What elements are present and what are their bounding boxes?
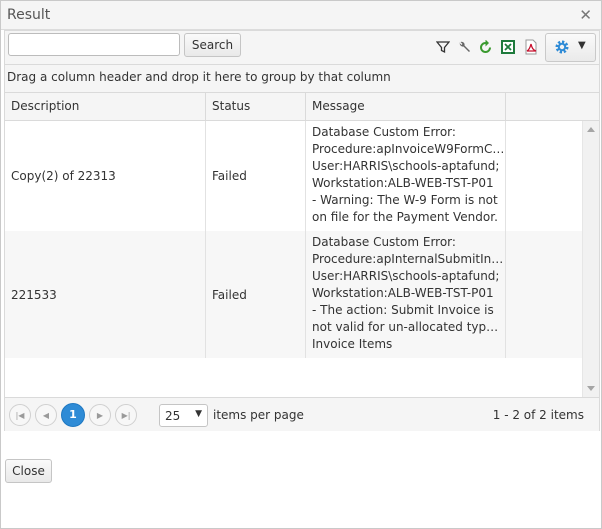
first-page-icon[interactable]: |◀ bbox=[9, 404, 31, 426]
scroll-up-icon[interactable] bbox=[587, 127, 595, 132]
settings-menu-button[interactable]: ▼ bbox=[545, 33, 596, 62]
search-input[interactable] bbox=[8, 33, 180, 56]
result-grid: Search ▼ Drag a column header and drop i… bbox=[4, 30, 600, 431]
cell-status: Failed bbox=[206, 121, 306, 231]
dialog-title: Result bbox=[7, 7, 51, 23]
message-line: User:HARRIS\schools-aptafund; bbox=[312, 159, 500, 173]
message-line: Database Custom Error: bbox=[312, 235, 456, 249]
group-by-panel[interactable]: Drag a column header and drop it here to… bbox=[5, 65, 599, 93]
grid-body: Copy(2) of 22313 Failed Database Custom … bbox=[5, 121, 599, 397]
pager-info: 1 - 2 of 2 items bbox=[492, 408, 584, 422]
message-line: User:HARRIS\schools-aptafund; bbox=[312, 269, 500, 283]
message-line: Procedure:apInternalSubmitIn… bbox=[312, 252, 504, 266]
message-line: Workstation:ALB-WEB-TST-P01 bbox=[312, 176, 494, 190]
message-line: Database Custom Error: bbox=[312, 125, 456, 139]
cell-status: Failed bbox=[206, 231, 306, 358]
chevron-down-icon: ▼ bbox=[578, 40, 586, 51]
wrench-icon[interactable] bbox=[456, 39, 472, 55]
table-row[interactable]: Copy(2) of 22313 Failed Database Custom … bbox=[5, 121, 582, 231]
scroll-down-icon[interactable] bbox=[587, 386, 595, 391]
cell-empty bbox=[506, 231, 582, 358]
excel-icon[interactable] bbox=[500, 39, 516, 55]
vertical-scrollbar[interactable] bbox=[582, 121, 599, 397]
cell-description: 221533 bbox=[5, 231, 206, 358]
search-button[interactable]: Search bbox=[184, 33, 241, 57]
close-button[interactable]: Close bbox=[5, 459, 52, 483]
pdf-icon[interactable] bbox=[523, 39, 539, 55]
table-row[interactable]: 221533 Failed Database Custom Error: Pro… bbox=[5, 231, 582, 358]
items-per-page-label: items per page bbox=[213, 408, 304, 422]
column-header-row: Description Status Message bbox=[5, 93, 599, 121]
page-size-select[interactable]: 25 ▼ bbox=[159, 404, 208, 427]
column-header-message[interactable]: Message bbox=[306, 93, 506, 121]
message-line: not valid for un-allocated type of bbox=[312, 320, 505, 334]
refresh-icon[interactable] bbox=[477, 39, 493, 55]
gear-icon bbox=[554, 39, 570, 58]
message-line: - Warning: The W-9 Form is not bbox=[312, 193, 498, 207]
current-page-button[interactable]: 1 bbox=[61, 403, 85, 427]
message-line: Invoice Items bbox=[312, 337, 393, 351]
filter-icon[interactable] bbox=[435, 39, 451, 55]
dropdown-arrow-icon: ▼ bbox=[195, 409, 202, 419]
grid-toolbar: Search ▼ bbox=[5, 31, 599, 65]
cell-message: Database Custom Error: Procedure:apInvoi… bbox=[306, 121, 506, 231]
pager: |◀ ◀ 1 ▶ ▶| 25 ▼ items per page 1 - 2 of… bbox=[5, 397, 599, 431]
result-dialog: Result ✕ Search ▼ Drag a column header a… bbox=[0, 0, 602, 529]
column-header-empty bbox=[506, 93, 599, 121]
message-line: Procedure:apInvoiceW9FormC… bbox=[312, 142, 505, 156]
cell-description: Copy(2) of 22313 bbox=[5, 121, 206, 231]
column-header-description[interactable]: Description bbox=[5, 93, 206, 121]
close-icon[interactable]: ✕ bbox=[579, 6, 592, 24]
message-line: on file for the Payment Vendor. bbox=[312, 210, 498, 224]
previous-page-icon[interactable]: ◀ bbox=[35, 404, 57, 426]
page-size-value: 25 bbox=[165, 409, 181, 423]
column-header-status[interactable]: Status bbox=[206, 93, 306, 121]
message-line: Workstation:ALB-WEB-TST-P01 bbox=[312, 286, 494, 300]
cell-empty bbox=[506, 121, 582, 231]
cell-message: Database Custom Error: Procedure:apInter… bbox=[306, 231, 506, 358]
title-bar: Result ✕ bbox=[1, 1, 601, 30]
next-page-icon[interactable]: ▶ bbox=[89, 404, 111, 426]
message-line: - The action: Submit Invoice is bbox=[312, 303, 494, 317]
last-page-icon[interactable]: ▶| bbox=[115, 404, 137, 426]
